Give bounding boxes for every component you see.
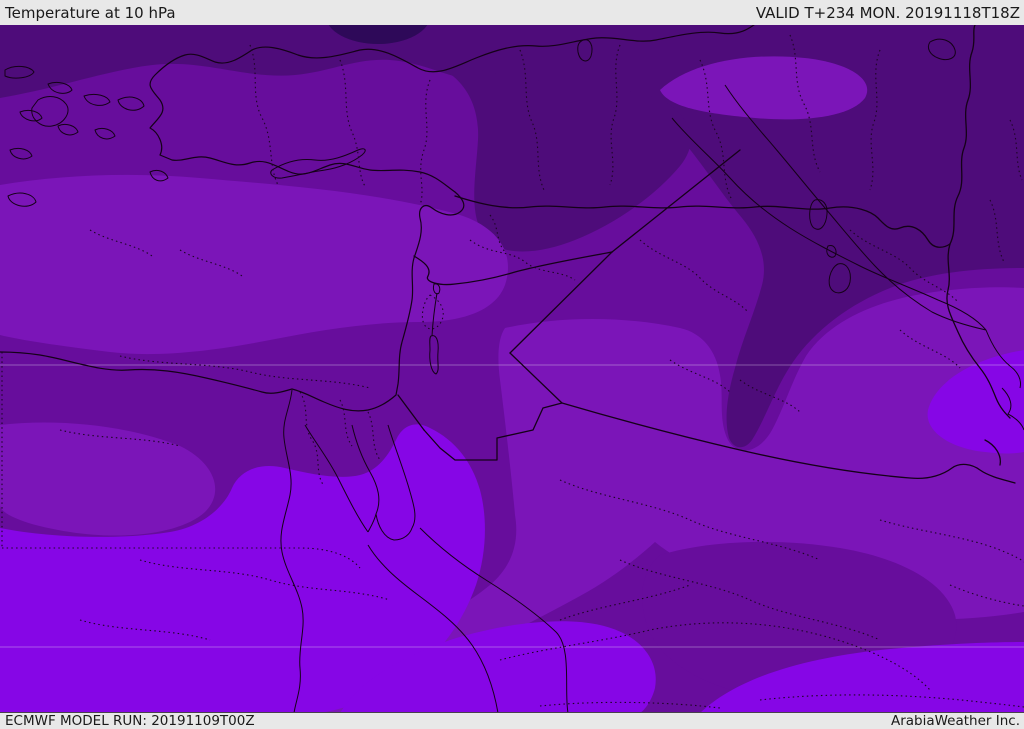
valid-time-label: VALID T+234 MON. 20191118T18Z [755,3,1020,22]
weather-map-viewer: Temperature at 10 hPa VALID T+234 MON. 2… [0,0,1024,729]
footer-bar: ECMWF MODEL RUN: 20191109T00Z ArabiaWeat… [0,712,1024,729]
temperature-map [0,25,1024,713]
attribution-label: ArabiaWeather Inc. [890,713,1020,729]
map-title: Temperature at 10 hPa [5,3,176,22]
header-bar: Temperature at 10 hPa VALID T+234 MON. 2… [0,0,1024,25]
model-run-label: ECMWF MODEL RUN: 20191109T00Z [5,713,255,729]
